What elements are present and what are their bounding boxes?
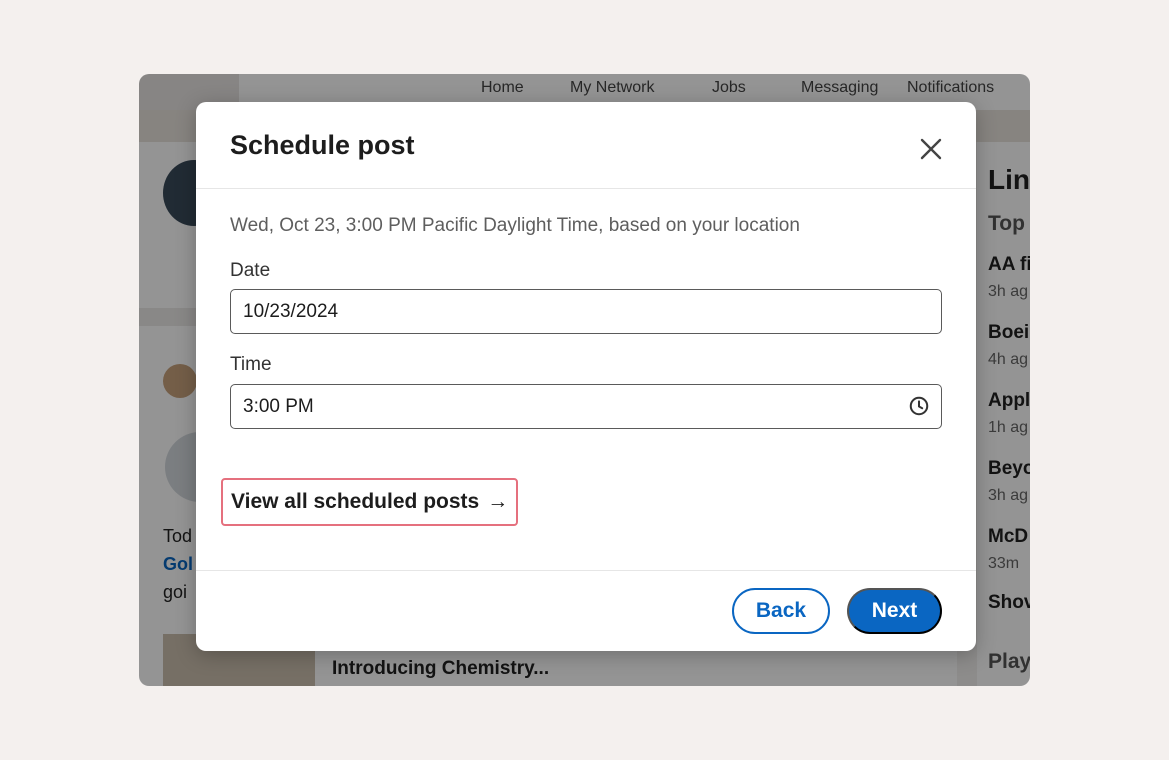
schedule-post-dialog: Schedule post Wed, Oct 23, 3:00 PM Pacif… [196, 102, 976, 651]
view-all-label: View all scheduled posts [231, 490, 480, 513]
time-label: Time [230, 354, 272, 375]
date-field[interactable] [230, 289, 942, 334]
header-divider [196, 188, 976, 189]
time-field-wrapper [230, 384, 942, 429]
schedule-info-text: Wed, Oct 23, 3:00 PM Pacific Daylight Ti… [230, 215, 800, 236]
next-button[interactable]: Next [847, 588, 942, 634]
close-icon [920, 138, 942, 160]
view-all-scheduled-posts-link[interactable]: View all scheduled posts → [221, 478, 519, 526]
arrow-right-icon: → [487, 490, 509, 513]
clock-icon[interactable] [908, 395, 930, 417]
dialog-title: Schedule post [230, 130, 415, 160]
footer-divider [196, 570, 976, 571]
time-field[interactable] [230, 384, 942, 429]
back-button[interactable]: Back [732, 588, 830, 634]
close-button[interactable] [911, 129, 951, 169]
date-label: Date [230, 260, 271, 281]
